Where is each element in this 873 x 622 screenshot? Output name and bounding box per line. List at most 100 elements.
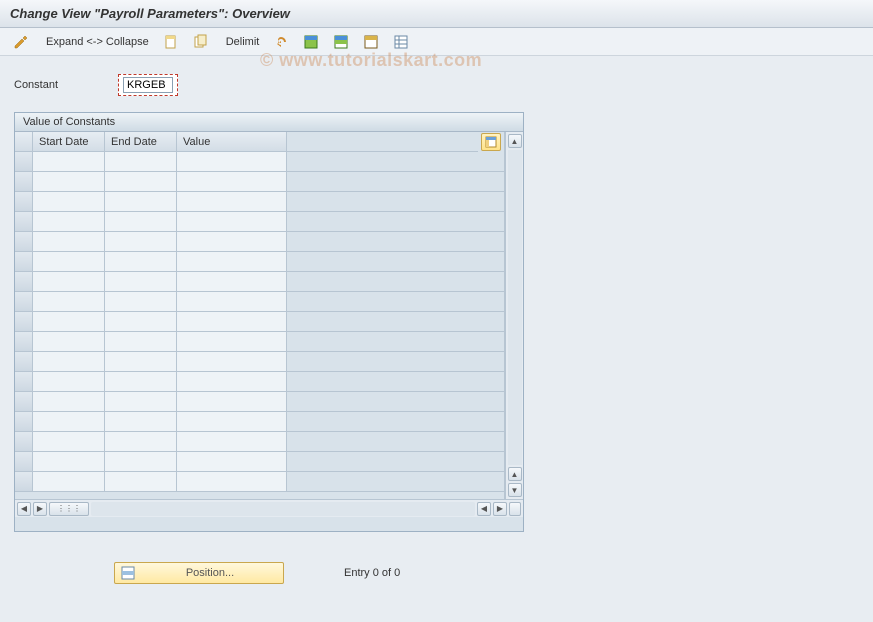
row-selector[interactable] [15,392,33,412]
cell-value[interactable] [177,292,287,312]
cell-value[interactable] [177,192,287,212]
cell-value[interactable] [177,412,287,432]
scroll-thumb[interactable]: ⋮⋮⋮ [49,502,89,516]
cell-end-date[interactable] [105,452,177,472]
h-scroll-track[interactable] [91,502,475,516]
cell-start-date[interactable] [33,232,105,252]
cell-value[interactable] [177,232,287,252]
cell-end-date[interactable] [105,192,177,212]
cell-value[interactable] [177,432,287,452]
cell-start-date[interactable] [33,212,105,232]
position-button[interactable]: Position... [114,562,284,584]
cell-value[interactable] [177,152,287,172]
scroll-left-button[interactable]: ◀ [17,502,31,516]
cell-value[interactable] [177,372,287,392]
cell-start-date[interactable] [33,452,105,472]
cell-end-date[interactable] [105,152,177,172]
cell-start-date[interactable] [33,292,105,312]
resize-grip[interactable] [509,502,521,516]
cell-start-date[interactable] [33,392,105,412]
row-selector[interactable] [15,472,33,492]
row-selector[interactable] [15,172,33,192]
cell-start-date[interactable] [33,432,105,452]
scroll-left2-button[interactable]: ◀ [477,502,491,516]
select-all-button[interactable] [298,32,324,52]
delimit-button[interactable]: Delimit [218,32,265,52]
constant-input[interactable]: KRGEB [123,77,173,93]
copy-button[interactable] [188,32,214,52]
row-selector[interactable] [15,212,33,232]
position-icon [121,566,135,580]
scroll-track[interactable] [508,150,522,465]
scroll-right2-button[interactable]: ▶ [493,502,507,516]
scroll-right-button[interactable]: ▶ [33,502,47,516]
cell-start-date[interactable] [33,192,105,212]
toggle-display-change-button[interactable] [8,32,34,52]
table-corner[interactable] [15,132,33,152]
row-selector[interactable] [15,352,33,372]
cell-value[interactable] [177,452,287,472]
row-selector[interactable] [15,372,33,392]
cell-end-date[interactable] [105,212,177,232]
cell-end-date[interactable] [105,392,177,412]
deselect-all-button[interactable] [358,32,384,52]
cell-start-date[interactable] [33,312,105,332]
table-settings-button[interactable] [481,133,501,151]
cell-start-date[interactable] [33,412,105,432]
row-selector[interactable] [15,252,33,272]
cell-end-date[interactable] [105,432,177,452]
row-selector[interactable] [15,312,33,332]
scroll-down-button[interactable]: ▼ [508,483,522,497]
cell-start-date[interactable] [33,472,105,492]
cell-value[interactable] [177,472,287,492]
cell-start-date[interactable] [33,332,105,352]
row-selector[interactable] [15,152,33,172]
row-selector[interactable] [15,412,33,432]
row-selector[interactable] [15,192,33,212]
row-selector[interactable] [15,292,33,312]
cell-start-date[interactable] [33,152,105,172]
cell-value[interactable] [177,212,287,232]
col-end-date[interactable]: End Date [105,132,177,152]
cell-value[interactable] [177,332,287,352]
cell-end-date[interactable] [105,232,177,252]
cell-value[interactable] [177,172,287,192]
cell-end-date[interactable] [105,412,177,432]
cell-end-date[interactable] [105,352,177,372]
cell-value[interactable] [177,392,287,412]
cell-value[interactable] [177,272,287,292]
row-selector[interactable] [15,432,33,452]
cell-end-date[interactable] [105,372,177,392]
cell-value[interactable] [177,252,287,272]
row-selector[interactable] [15,452,33,472]
col-value[interactable]: Value [177,132,287,152]
cell-start-date[interactable] [33,372,105,392]
cell-start-date[interactable] [33,352,105,372]
row-selector[interactable] [15,272,33,292]
scroll-up-button[interactable]: ▲ [508,134,522,148]
cell-end-date[interactable] [105,292,177,312]
cell-value[interactable] [177,352,287,372]
configuration-button[interactable] [388,32,414,52]
select-block-button[interactable] [328,32,354,52]
pencil-glasses-icon [13,34,29,50]
cell-value[interactable] [177,312,287,332]
row-selector[interactable] [15,332,33,352]
cell-end-date[interactable] [105,272,177,292]
cell-start-date[interactable] [33,272,105,292]
expand-collapse-button[interactable]: Expand <-> Collapse [38,32,154,52]
cell-end-date[interactable] [105,252,177,272]
new-entries-button[interactable] [158,32,184,52]
cell-start-date[interactable] [33,252,105,272]
cell-end-date[interactable] [105,332,177,352]
row-selector[interactable] [15,232,33,252]
col-start-date[interactable]: Start Date [33,132,105,152]
cell-start-date[interactable] [33,172,105,192]
cell-gap [287,312,504,332]
cell-end-date[interactable] [105,172,177,192]
cell-end-date[interactable] [105,312,177,332]
scroll-up2-button[interactable]: ▲ [508,467,522,481]
undo-button[interactable] [268,32,294,52]
content-area: Constant KRGEB Value of Constants Start … [0,56,873,596]
cell-end-date[interactable] [105,472,177,492]
